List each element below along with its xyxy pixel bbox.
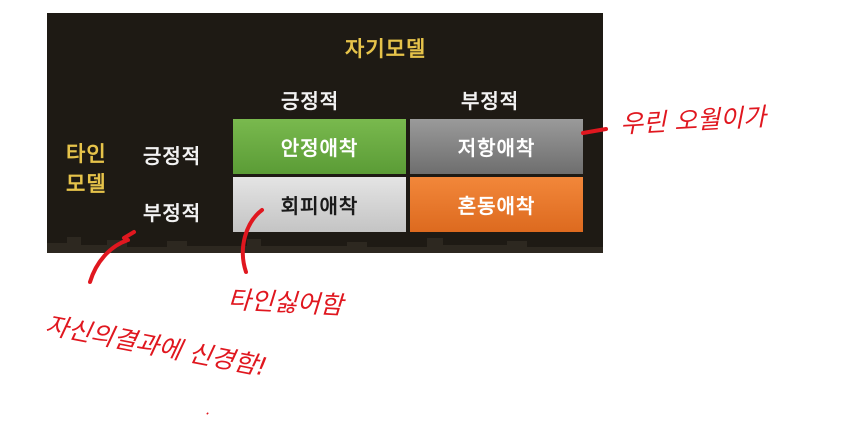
arrow-to-avoidant	[240, 208, 264, 274]
small-dot	[206, 412, 209, 415]
handwritten-note-right: 우린 오월이가	[619, 102, 767, 139]
attachment-matrix-image: 자기모델 긍정적 부정적 타인 모델 긍정적 부정적 안정애착 저항애착 회피애…	[0, 0, 853, 430]
dash-mark	[581, 127, 608, 135]
handwritten-marks	[88, 127, 608, 415]
handwritten-note-middle: 타인싫어함	[227, 285, 344, 320]
arrow-to-negative-row	[88, 230, 136, 284]
